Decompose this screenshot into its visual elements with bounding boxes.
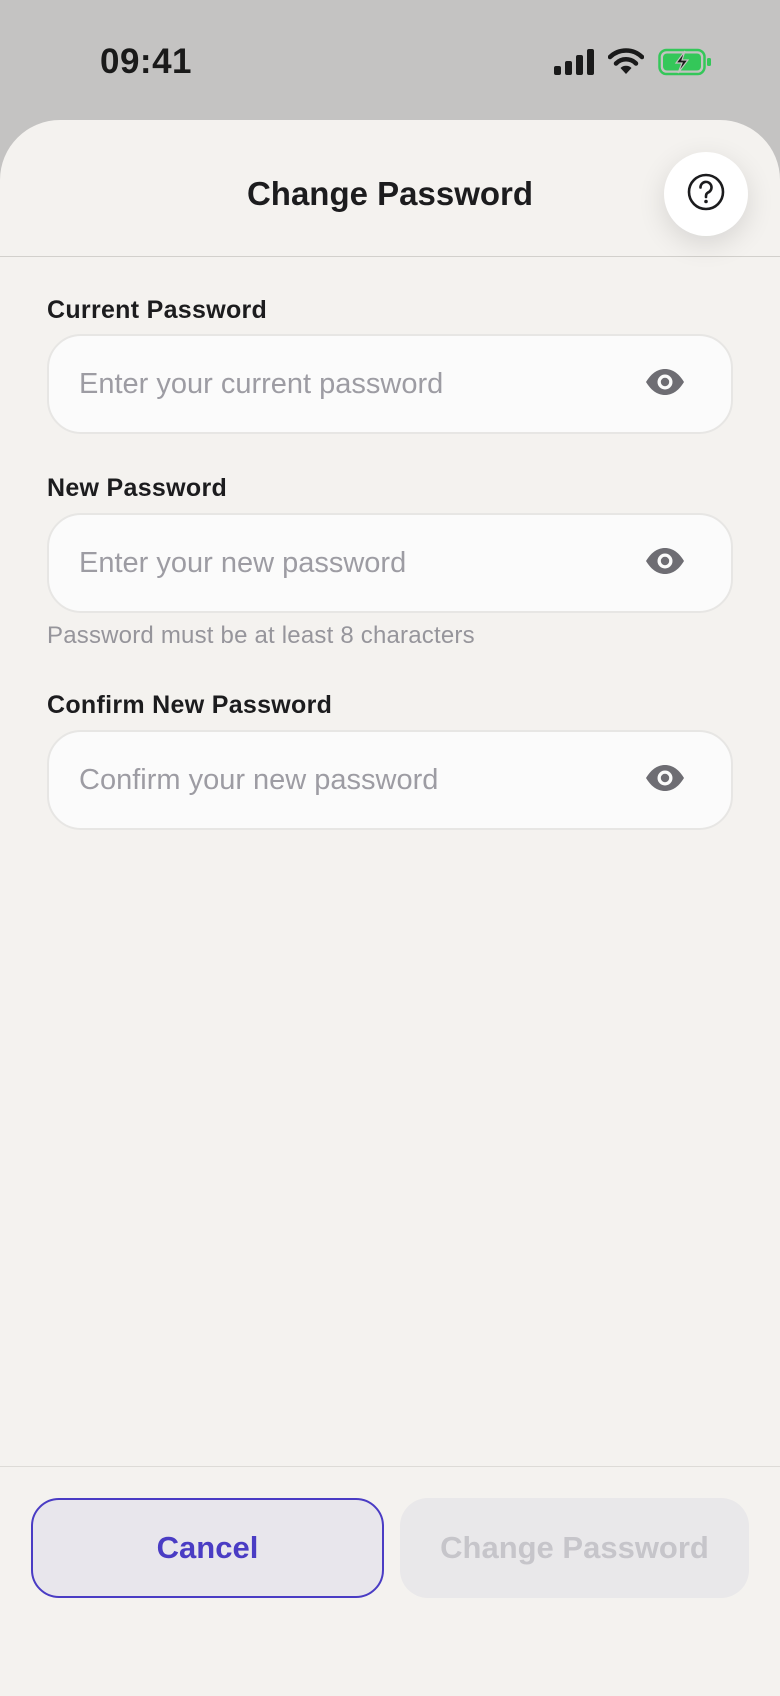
new-password-input[interactable] bbox=[79, 515, 639, 611]
new-password-label: New Password bbox=[47, 474, 228, 502]
cellular-signal-icon bbox=[554, 48, 594, 80]
status-bar: 09:41 bbox=[0, 0, 780, 120]
change-password-button[interactable]: Change Password bbox=[400, 1498, 749, 1598]
confirm-password-input[interactable] bbox=[79, 732, 639, 828]
battery-charging-icon bbox=[658, 48, 712, 81]
confirm-password-field[interactable] bbox=[47, 730, 733, 830]
eye-icon bbox=[645, 368, 685, 401]
current-password-visibility-toggle[interactable] bbox=[645, 366, 685, 402]
eye-icon bbox=[645, 764, 685, 797]
sheet-header: Change Password bbox=[0, 120, 780, 257]
change-password-sheet: Change Password Current Password New Pas… bbox=[0, 120, 780, 1696]
new-password-visibility-toggle[interactable] bbox=[645, 545, 685, 581]
action-footer: Cancel Change Password bbox=[0, 1466, 780, 1696]
cancel-button[interactable]: Cancel bbox=[31, 1498, 384, 1598]
wifi-icon bbox=[607, 47, 645, 81]
page-title: Change Password bbox=[246, 175, 534, 212]
help-button[interactable] bbox=[664, 152, 748, 236]
confirm-password-label: Confirm New Password bbox=[47, 691, 333, 719]
password-requirement-hint: Password must be at least 8 characters bbox=[47, 622, 475, 649]
confirm-password-visibility-toggle[interactable] bbox=[645, 762, 685, 798]
status-icons bbox=[554, 47, 712, 81]
status-time: 09:41 bbox=[100, 42, 193, 81]
current-password-label: Current Password bbox=[47, 296, 268, 324]
current-password-input[interactable] bbox=[79, 336, 639, 432]
question-circle-icon bbox=[686, 172, 726, 217]
current-password-field[interactable] bbox=[47, 334, 733, 434]
eye-icon bbox=[645, 547, 685, 580]
new-password-field[interactable] bbox=[47, 513, 733, 613]
